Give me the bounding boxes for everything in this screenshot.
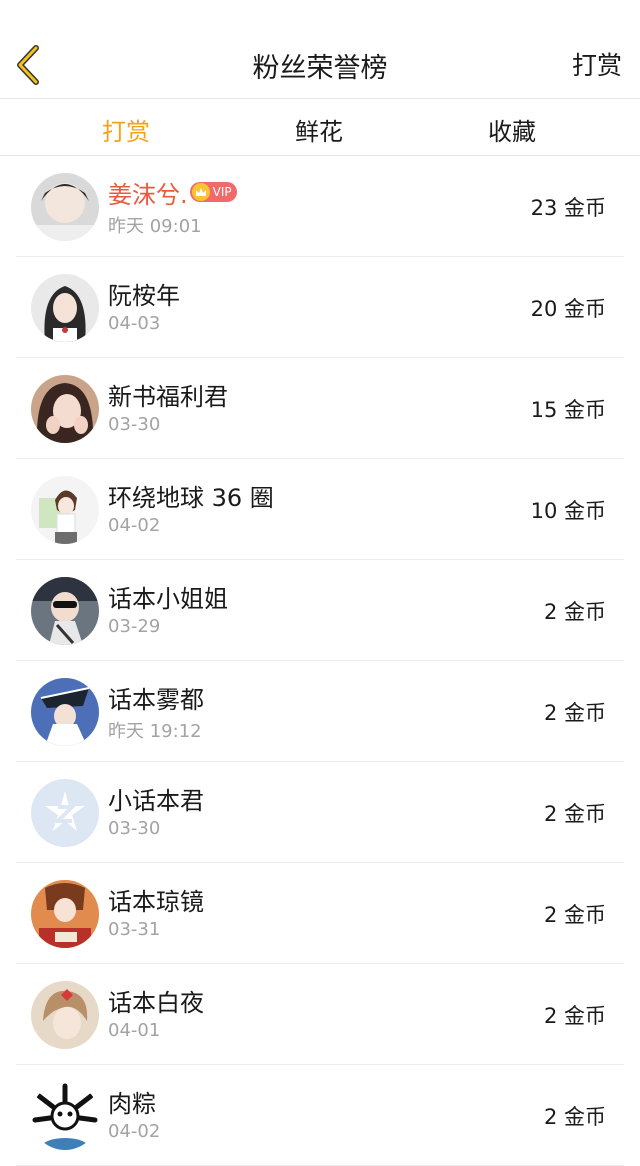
- reward-amount: 2 金币: [543, 701, 606, 725]
- reward-time: 03-30: [108, 818, 161, 839]
- list-item[interactable]: 姜沫兮. VIP 昨天 09:01 23 金币: [16, 156, 624, 257]
- list-item[interactable]: 话本雾都 昨天 19:12 2 金币: [16, 661, 624, 762]
- fan-name: 新书福利君: [108, 382, 228, 411]
- fan-name: 话本雾都: [108, 685, 204, 714]
- tab-favorites[interactable]: 收藏: [452, 112, 572, 147]
- reward-time: 04-03: [108, 313, 161, 334]
- reward-time: 04-02: [108, 515, 161, 536]
- vip-label: VIP: [212, 185, 232, 199]
- fan-name: 话本琼镜: [108, 887, 204, 916]
- reward-amount: 23 金币: [530, 196, 606, 220]
- list-item[interactable]: 新书福利君 03-30 15 金币: [16, 358, 624, 459]
- reward-time: 昨天 09:01: [108, 216, 202, 237]
- avatar: [31, 577, 99, 645]
- fan-name: 话本小姐姐: [108, 584, 228, 613]
- list-item[interactable]: 肉粽 04-02 2 金币: [16, 1065, 624, 1166]
- reward-amount: 15 金币: [530, 398, 606, 422]
- avatar: [31, 779, 99, 847]
- fan-list: 姜沫兮. VIP 昨天 09:01 23 金币 阮桉年 04-03 20 金币 …: [0, 156, 640, 1166]
- fan-name: 阮桉年: [108, 281, 180, 310]
- reward-time: 03-29: [108, 616, 161, 637]
- reward-amount: 2 金币: [543, 1105, 606, 1129]
- avatar: [31, 1082, 99, 1150]
- fan-name: 肉粽: [108, 1089, 156, 1118]
- list-item[interactable]: 环绕地球 36 圈 04-02 10 金币: [16, 459, 624, 560]
- fan-name: 环绕地球 36 圈: [108, 483, 274, 512]
- reward-amount: 2 金币: [543, 1004, 606, 1028]
- reward-time: 04-02: [108, 1121, 161, 1142]
- reward-amount: 2 金币: [543, 600, 606, 624]
- nav-bar: 粉丝荣誉榜 打赏: [0, 0, 640, 99]
- reward-amount: 2 金币: [543, 802, 606, 826]
- avatar: [31, 476, 99, 544]
- vip-badge: VIP: [189, 182, 237, 202]
- avatar: [31, 678, 99, 746]
- avatar: [31, 274, 99, 342]
- list-item[interactable]: 小话本君 03-30 2 金币: [16, 762, 624, 863]
- tab-flowers[interactable]: 鲜花: [259, 112, 379, 147]
- fan-name: 姜沫兮.: [108, 180, 188, 209]
- avatar: [31, 375, 99, 443]
- avatar: [31, 880, 99, 948]
- list-item[interactable]: 话本白夜 04-01 2 金币: [16, 964, 624, 1065]
- list-item[interactable]: 话本小姐姐 03-29 2 金币: [16, 560, 624, 661]
- reward-amount: 10 金币: [530, 499, 606, 523]
- list-item[interactable]: 阮桉年 04-03 20 金币: [16, 257, 624, 358]
- reward-amount: 20 金币: [530, 297, 606, 321]
- tab-reward[interactable]: 打赏: [66, 112, 186, 147]
- reward-time: 03-30: [108, 414, 161, 435]
- reward-amount: 2 金币: [543, 903, 606, 927]
- page-title: 粉丝荣誉榜: [252, 53, 388, 84]
- reward-time: 03-31: [108, 919, 161, 940]
- list-item[interactable]: 话本琼镜 03-31 2 金币: [16, 863, 624, 964]
- fan-name: 话本白夜: [108, 988, 204, 1017]
- crown-icon: [191, 183, 210, 201]
- fan-name: 小话本君: [108, 786, 204, 815]
- avatar: [31, 173, 99, 241]
- reward-time: 昨天 19:12: [108, 721, 202, 742]
- tab-bar: 打赏 鲜花 收藏: [0, 99, 640, 156]
- reward-button[interactable]: 打赏: [572, 46, 622, 82]
- avatar: [31, 981, 99, 1049]
- reward-time: 04-01: [108, 1020, 161, 1041]
